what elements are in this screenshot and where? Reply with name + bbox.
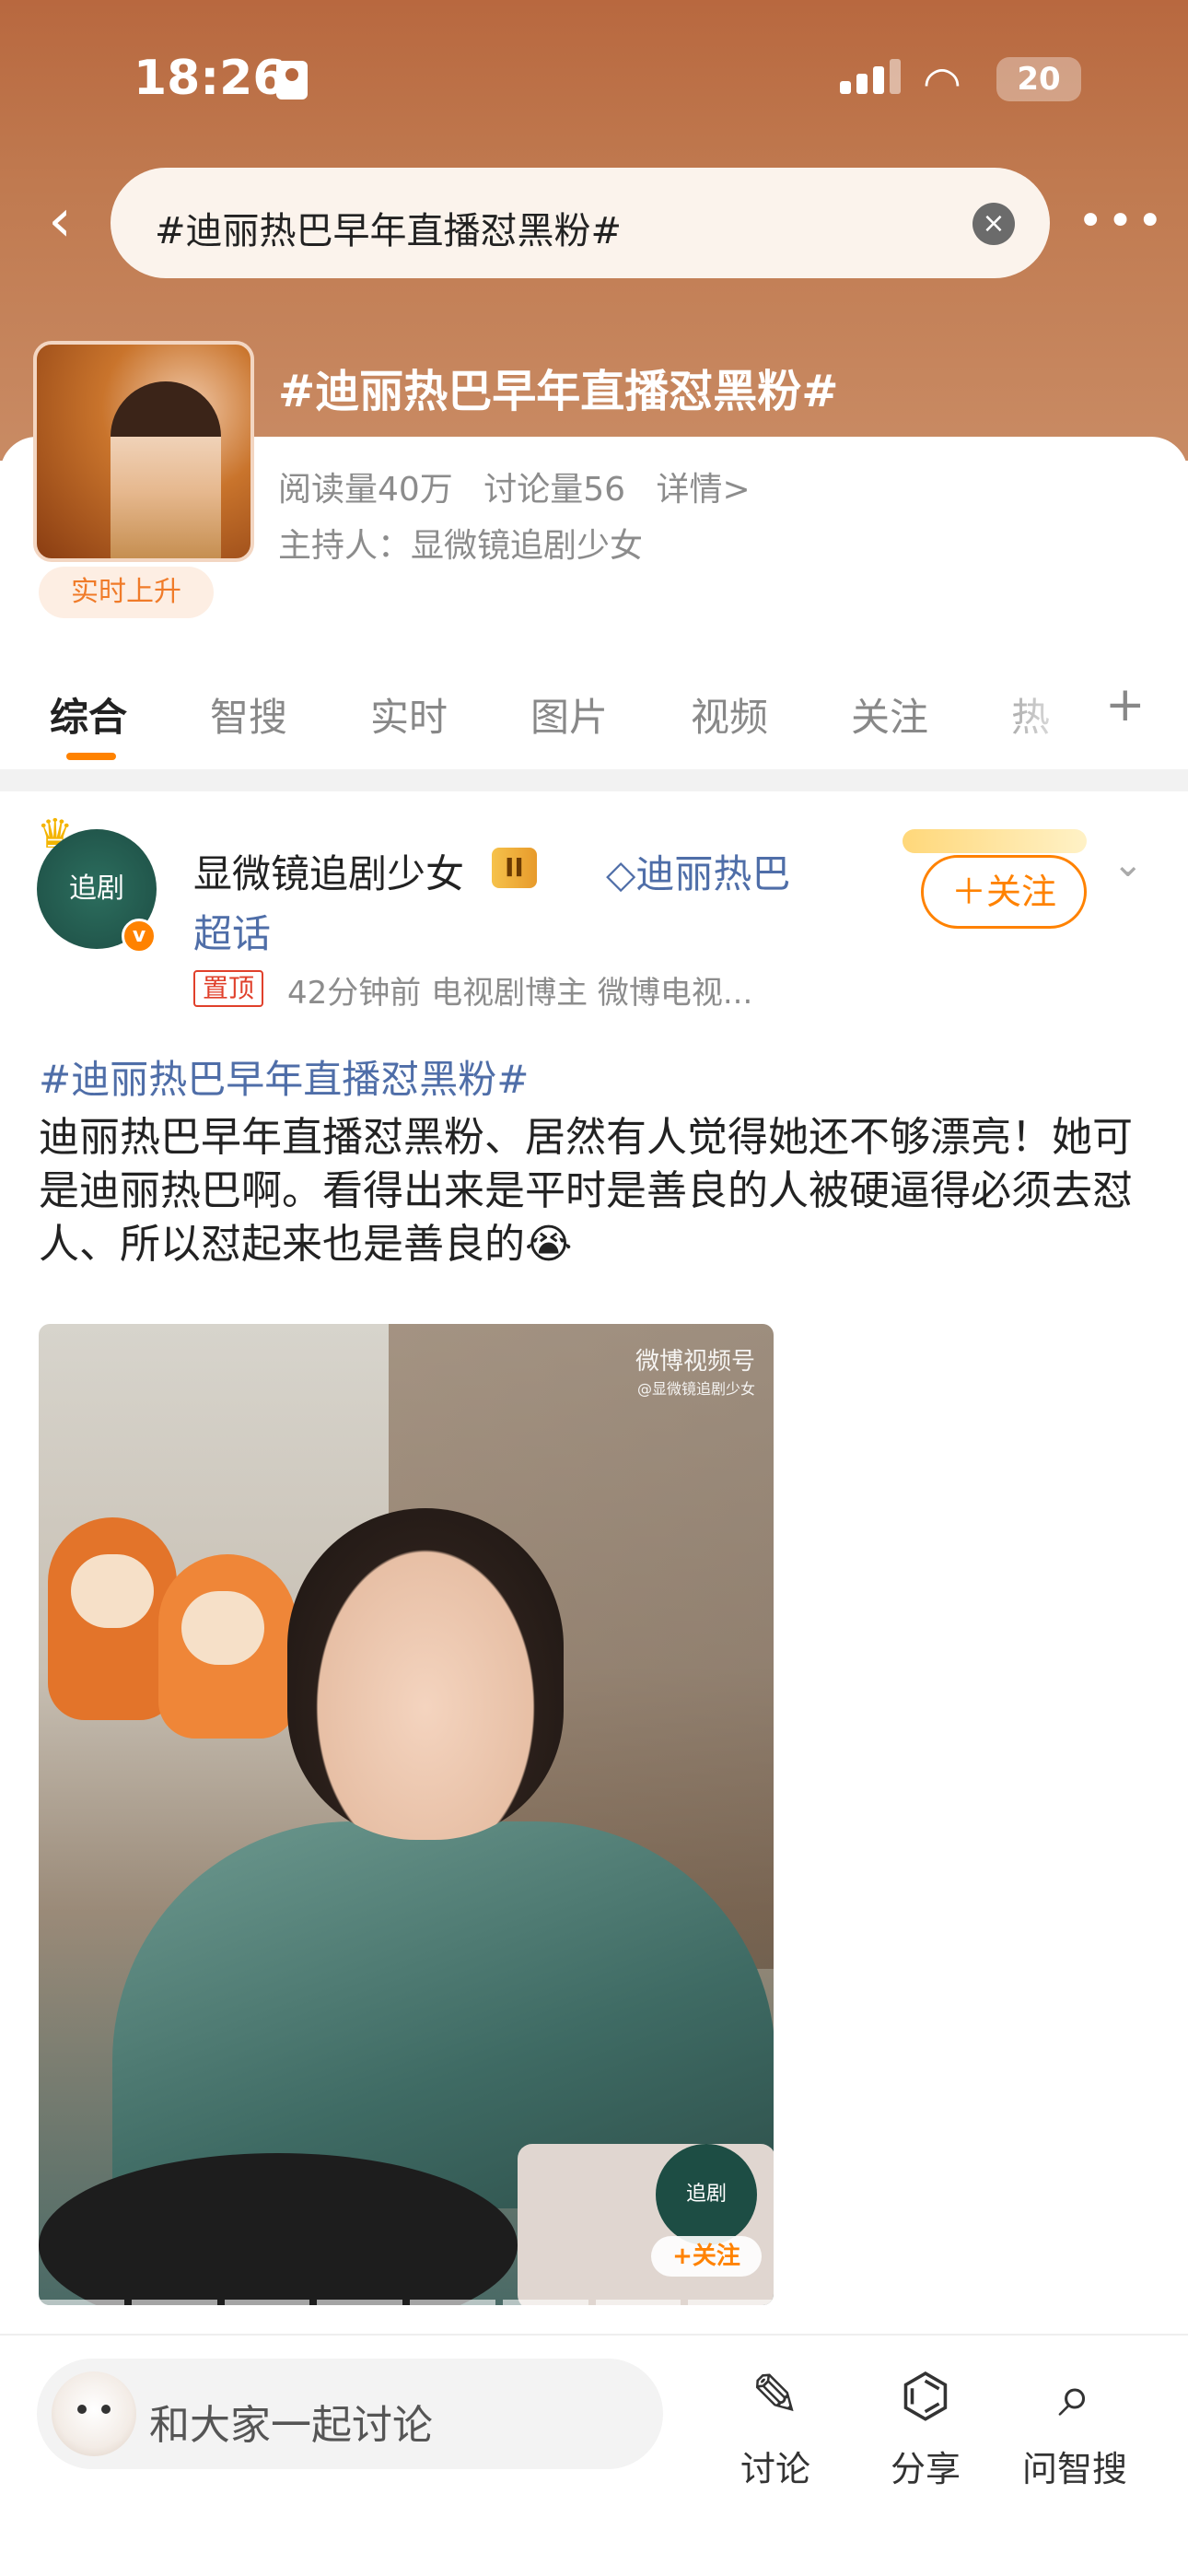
share-label: 分享 (890, 2449, 961, 2489)
supertopic-suffix[interactable]: 超话 (193, 903, 271, 959)
topic-cover-image[interactable] (33, 341, 254, 562)
tab-bar: 综合 智搜 实时 图片 视频 关注 热 + (0, 677, 1188, 769)
diamond-icon: ◇ (606, 851, 636, 896)
video-follow-button[interactable]: +关注 (651, 2236, 762, 2277)
discussion-count: 讨论量56 (483, 471, 626, 509)
media-person-face (287, 1508, 564, 1840)
tab-realtime[interactable]: 实时 (370, 686, 448, 743)
back-button[interactable]: ‹ (28, 189, 92, 253)
tab-comprehensive[interactable]: 综合 (50, 686, 127, 743)
tab-videos[interactable]: 视频 (691, 686, 768, 743)
watermark-subtext: @显微镜追剧少女 (636, 1380, 755, 1398)
add-tab-icon[interactable]: + (1105, 677, 1146, 732)
search-input[interactable]: #迪丽热巴早年直播怼黑粉# × (111, 168, 1050, 278)
channel-logo[interactable]: 追剧 (656, 2144, 757, 2245)
pinned-badge: 置顶 (193, 970, 264, 1007)
status-bar: 18:26 ◠ 20 (0, 0, 1188, 157)
author-name[interactable]: 显微镜追剧少女 (193, 843, 464, 899)
clear-icon[interactable]: × (973, 203, 1015, 245)
media-pager (39, 2300, 774, 2305)
topic-stats: 阅读量40万 讨论量56 详情> (278, 463, 771, 510)
verified-icon: v (122, 919, 157, 954)
follow-button[interactable]: ＋关注 (921, 855, 1087, 929)
chevron-down-icon[interactable]: ⌄ (1112, 843, 1144, 885)
search-query: #迪丽热巴早年直播怼黑粉# (155, 210, 623, 252)
ai-search-label: 问智搜 (1021, 2449, 1127, 2489)
cellular-signal-icon (840, 59, 901, 94)
cover-figure (111, 381, 221, 558)
battery-indicator: 20 (996, 57, 1081, 101)
discuss-label: 讨论 (740, 2449, 810, 2489)
more-button[interactable]: ••• (1077, 189, 1163, 253)
tab-following[interactable]: 关注 (851, 686, 928, 743)
ai-search-button[interactable]: ⌕ 问智搜 (1006, 2361, 1144, 2491)
tab-fade (976, 677, 1087, 769)
post-video[interactable]: 微博视频号 @显微镜追剧少女 追剧 +关注 (39, 1324, 774, 2305)
watermark-text: 微博视频号 (635, 1348, 755, 1376)
ai-search-icon: ⌕ (1058, 2362, 1091, 2430)
active-tab-indicator (66, 753, 116, 760)
tab-smart-search[interactable]: 智搜 (210, 686, 287, 743)
discuss-button[interactable]: ✎ 讨论 (706, 2361, 844, 2491)
post-topic-link[interactable]: #迪丽热巴早年直播怼黑粉# (39, 1048, 529, 1105)
media-plush-toy (158, 1554, 297, 1739)
supertopic-name: 迪丽热巴 (635, 851, 791, 896)
details-link[interactable]: 详情> (657, 471, 751, 509)
post-meta: 42分钟前 电视剧博主 微博电视... (287, 975, 753, 1012)
contact-card-icon (276, 61, 308, 100)
post-body: 迪丽热巴早年直播怼黑粉、居然有人觉得她还不够漂亮！她可是迪丽热巴啊。看得出来是平… (39, 1114, 1133, 1268)
tab-images[interactable]: 图片 (530, 686, 608, 743)
section-divider (0, 769, 1188, 791)
chevron-left-icon: ‹ (48, 187, 72, 255)
more-dots-icon: ••• (1077, 195, 1167, 247)
follow-decoration (903, 829, 1087, 853)
user-avatar (52, 2371, 136, 2456)
status-time: 18:26 (134, 51, 286, 106)
avatar-logo: 追剧 (69, 872, 124, 905)
share-icon: ⌬ (900, 2362, 951, 2430)
rising-badge: 实时上升 (39, 567, 214, 618)
bottom-action-bar: 和大家一起讨论 ✎ 讨论 ⌬ 分享 ⌕ 问智搜 (0, 2334, 1188, 2576)
supertopic-link[interactable]: ◇迪丽热巴 (606, 843, 790, 899)
media-plush-toy (48, 1517, 177, 1720)
edit-icon: ✎ (751, 2362, 800, 2430)
video-watermark: 微博视频号 @显微镜追剧少女 (635, 1342, 755, 1399)
topic-host[interactable]: 主持人：显微镜追剧少女 (278, 519, 643, 567)
member-badge: II (492, 848, 537, 888)
comment-placeholder: 和大家一起讨论 (149, 2402, 433, 2449)
topic-title: #迪丽热巴早年直播怼黑粉# (278, 366, 839, 417)
share-button[interactable]: ⌬ 分享 (856, 2361, 995, 2491)
read-count: 阅读量40万 (278, 471, 453, 509)
comment-input[interactable]: 和大家一起讨论 (37, 2359, 663, 2469)
wifi-icon: ◠ (923, 57, 961, 109)
